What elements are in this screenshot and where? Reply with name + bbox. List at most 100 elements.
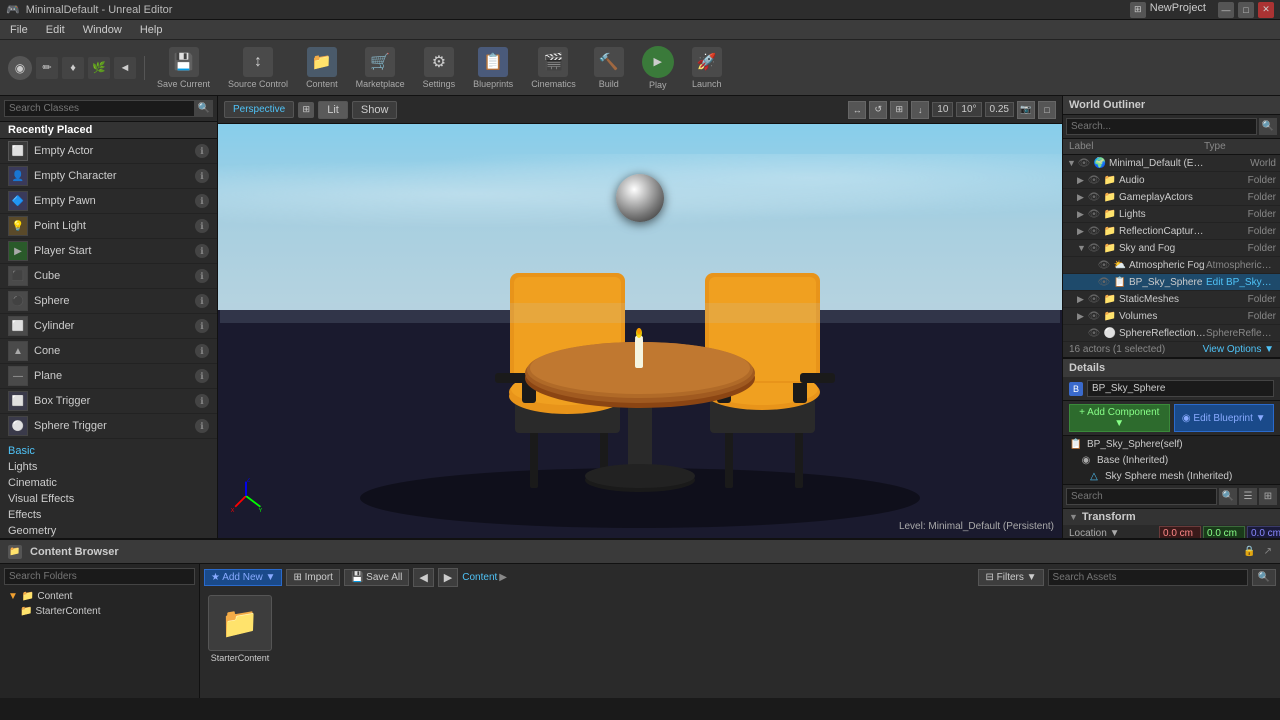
transform-section-header[interactable]: ▼ Transform [1063, 509, 1280, 525]
camera-speed-icon[interactable]: 📷 [1017, 101, 1035, 119]
filters-button[interactable]: ⊟ Filters ▼ [978, 569, 1043, 586]
nav-forward-button[interactable]: ▶ [438, 568, 458, 587]
component-item[interactable]: ◉ Base (Inherited) [1063, 452, 1280, 468]
category-basic[interactable]: Basic [0, 443, 217, 459]
search-assets-input[interactable] [1048, 569, 1248, 586]
outliner-item[interactable]: ▶ 👁 📁 ReflectionCaptureActors Folder [1063, 223, 1280, 240]
menu-edit[interactable]: Edit [42, 24, 69, 36]
mode-select-btn[interactable]: ◉ [8, 56, 32, 80]
nav-back-button[interactable]: ◀ [413, 568, 433, 587]
component-item[interactable]: 📋 BP_Sky_Sphere(self) [1063, 436, 1280, 452]
outliner-item[interactable]: ▶ 👁 📁 Audio Folder [1063, 172, 1280, 189]
settings-btn[interactable]: ⚙ Settings [417, 43, 462, 93]
menu-help[interactable]: Help [136, 24, 167, 36]
build-btn[interactable]: 🔨 Build [588, 43, 630, 93]
content-browser-expand-icon[interactable]: ↗ [1264, 546, 1272, 557]
details-search-input[interactable] [1066, 488, 1217, 505]
surface-snapping-icon[interactable]: ↓ [911, 101, 929, 119]
list-item[interactable]: ⚫ Sphere ℹ [0, 289, 217, 314]
project-label: NewProject [1150, 2, 1206, 18]
content-btn[interactable]: 📁 Content [300, 43, 344, 93]
list-item[interactable]: 👤 Empty Character ℹ [0, 164, 217, 189]
starter-content-folder-item[interactable]: 📁 StarterContent [4, 604, 195, 619]
scale-snap-btn[interactable]: 0.25 [985, 102, 1014, 117]
list-item[interactable]: 💡 Point Light ℹ [0, 214, 217, 239]
grid-snap-btn[interactable]: 10 [932, 102, 953, 117]
import-button[interactable]: ⊞ Import [286, 569, 340, 586]
outliner-item[interactable]: 👁 ⛅ Atmospheric Fog AtmosphericFog [1063, 257, 1280, 274]
category-cinematic[interactable]: Cinematic [0, 475, 217, 491]
outliner-item[interactable]: ▼ 👁 🌍 Minimal_Default (Editor) World [1063, 155, 1280, 172]
list-item[interactable]: ⬜ Cylinder ℹ [0, 314, 217, 339]
details-grid-view-icon[interactable]: ⊞ [1259, 488, 1277, 505]
close-button[interactable]: ✕ [1258, 2, 1274, 18]
outliner-item[interactable]: 👁 ⚪ SphereReflectionCapture SphereReflec… [1063, 325, 1280, 342]
viewport-toolbar: Perspective ⊞ Lit Show ↔ ↺ ⊞ ↓ 10 10° 0.… [218, 96, 1062, 124]
add-component-button[interactable]: + Add Component ▼ [1069, 404, 1170, 432]
maximize-button[interactable]: □ [1238, 2, 1254, 18]
viewport-scene[interactable]: X Y Z Level: Minimal_Default (Persistent… [218, 124, 1062, 538]
outliner-item[interactable]: ▼ 👁 📁 Sky and Fog Folder [1063, 240, 1280, 257]
outliner-item[interactable]: ▶ 👁 📁 StaticMeshes Folder [1063, 291, 1280, 308]
source-control-btn[interactable]: ↕ Source Control [222, 43, 294, 93]
asset-item[interactable]: 📁 StarterContent [204, 591, 276, 694]
location-y-input[interactable] [1203, 526, 1245, 538]
list-item[interactable]: ⬜ Empty Actor ℹ [0, 139, 217, 164]
blueprints-btn[interactable]: 📋 Blueprints [467, 43, 519, 93]
category-lights[interactable]: Lights [0, 459, 217, 475]
rotate-icon[interactable]: ↺ [869, 101, 887, 119]
minimize-button[interactable]: — [1218, 2, 1234, 18]
location-x-input[interactable] [1159, 526, 1201, 538]
view-options-button[interactable]: View Options ▼ [1203, 344, 1274, 355]
details-name-input[interactable] [1087, 380, 1274, 397]
angle-snap-btn[interactable]: 10° [956, 102, 981, 117]
content-browser: 📁 Content Browser 🔒 ↗ ▼ 📁 Content 📁 Star… [0, 538, 1280, 698]
list-item[interactable]: ▲ Cone ℹ [0, 339, 217, 364]
launch-btn[interactable]: 🚀 Launch [686, 43, 728, 93]
menu-file[interactable]: File [6, 24, 32, 36]
list-item[interactable]: ⬛ Cube ℹ [0, 264, 217, 289]
search-classes-input[interactable] [4, 100, 195, 117]
edit-blueprint-button[interactable]: ◉ Edit Blueprint ▼ [1174, 404, 1275, 432]
save-all-button[interactable]: 💾 Save All [344, 569, 409, 586]
mode-landscape-btn[interactable]: ♦ [62, 57, 84, 79]
play-btn[interactable]: ▶ Play [636, 42, 680, 94]
list-item[interactable]: ▶ Player Start ℹ [0, 239, 217, 264]
asset-search-button[interactable]: 🔍 [1252, 569, 1276, 586]
scale-icon[interactable]: ⊞ [890, 101, 908, 119]
translate-icon[interactable]: ↔ [848, 101, 866, 119]
world-outliner-label: World Outliner [1069, 99, 1145, 111]
marketplace-btn[interactable]: 🛒 Marketplace [350, 43, 411, 93]
list-item[interactable]: ⬜ Box Trigger ℹ [0, 389, 217, 414]
outliner-item[interactable]: ▶ 👁 📁 GameplayActors Folder [1063, 189, 1280, 206]
search-folders-input[interactable] [4, 568, 195, 585]
mode-foliage-btn[interactable]: 🌿 [88, 57, 110, 79]
viewport[interactable]: Perspective ⊞ Lit Show ↔ ↺ ⊞ ↓ 10 10° 0.… [218, 96, 1062, 538]
list-item[interactable]: ⚪ Sphere Trigger ℹ [0, 414, 217, 439]
mode-paint-btn[interactable]: ✏ [36, 57, 58, 79]
maximize-viewport-icon[interactable]: □ [1038, 101, 1056, 119]
show-button[interactable]: Show [352, 101, 398, 119]
menu-window[interactable]: Window [79, 24, 126, 36]
location-z-input[interactable] [1247, 526, 1280, 538]
perspective-dropdown[interactable]: Perspective [224, 101, 294, 118]
list-item[interactable]: 🔷 Empty Pawn ℹ [0, 189, 217, 214]
component-item[interactable]: △ Sky Sphere mesh (Inherited) [1063, 468, 1280, 484]
category-effects[interactable]: Effects [0, 507, 217, 523]
outliner-item-selected[interactable]: 👁 📋 BP_Sky_Sphere Edit BP_Sky_S... [1063, 274, 1280, 291]
category-geometry[interactable]: Geometry [0, 523, 217, 539]
outliner-search-input[interactable] [1066, 118, 1257, 135]
lit-button[interactable]: Lit [318, 101, 348, 119]
category-visual-effects[interactable]: Visual Effects [0, 491, 217, 507]
list-item[interactable]: — Plane ℹ [0, 364, 217, 389]
cinematics-btn[interactable]: 🎬 Cinematics [525, 43, 582, 93]
details-list-view-icon[interactable]: ☰ [1239, 488, 1257, 505]
content-folder-item[interactable]: ▼ 📁 Content [4, 589, 195, 604]
add-new-button[interactable]: ★ Add New ▼ [204, 569, 282, 586]
mode-geometry-btn[interactable]: ◄ [114, 57, 136, 79]
recently-placed-header: Recently Placed [0, 122, 217, 139]
outliner-item[interactable]: ▶ 👁 📁 Volumes Folder [1063, 308, 1280, 325]
save-current-btn[interactable]: 💾 Save Current [151, 43, 216, 93]
path-content-label[interactable]: Content [462, 572, 497, 583]
outliner-item[interactable]: ▶ 👁 📁 Lights Folder [1063, 206, 1280, 223]
